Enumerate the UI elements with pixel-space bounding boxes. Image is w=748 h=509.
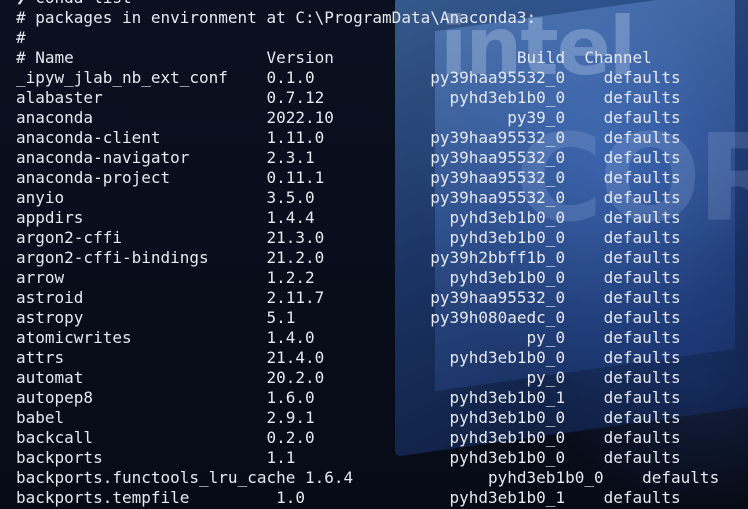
package-row: _ipyw_jlab_nb_ext_conf 0.1.0 py39haa9553…: [16, 68, 681, 87]
package-row: anaconda 2022.10 py39_0 defaults: [16, 108, 681, 127]
package-row: astropy 5.1 py39h080aedc_0 defaults: [16, 308, 681, 327]
package-row: argon2-cffi 21.3.0 pyhd3eb1b0_0 defaults: [16, 228, 681, 247]
package-row: anaconda-navigator 2.3.1 py39haa95532_0 …: [16, 148, 681, 167]
output-header-line: #: [16, 28, 26, 47]
package-row: backports.functools_lru_cache 1.6.4 pyhd…: [16, 468, 720, 487]
package-row: alabaster 0.7.12 pyhd3eb1b0_0 defaults: [16, 88, 681, 107]
package-row: anaconda-project 0.11.1 py39haa95532_0 d…: [16, 168, 681, 187]
package-row: autopep8 1.6.0 pyhd3eb1b0_1 defaults: [16, 388, 681, 407]
package-row: argon2-cffi-bindings 21.2.0 py39h2bbff1b…: [16, 248, 681, 267]
package-row: astroid 2.11.7 py39haa95532_0 defaults: [16, 288, 681, 307]
command-line: ❯ conda list: [16, 0, 719, 8]
package-row: backports 1.1 pyhd3eb1b0_0 defaults: [16, 448, 681, 467]
package-row: atomicwrites 1.4.0 py_0 defaults: [16, 328, 681, 347]
package-row: appdirs 1.4.4 pyhd3eb1b0_0 defaults: [16, 208, 681, 227]
package-row: backports.tempfile 1.0 pyhd3eb1b0_1 defa…: [16, 488, 681, 507]
package-row: attrs 21.4.0 pyhd3eb1b0_0 defaults: [16, 348, 681, 367]
terminal-window[interactable]: intel CORE ❯ conda list# packages in env…: [0, 0, 748, 509]
terminal-output[interactable]: ❯ conda list# packages in environment at…: [16, 0, 719, 508]
package-row: automat 20.2.0 py_0 defaults: [16, 368, 681, 387]
package-row: backcall 0.2.0 pyhd3eb1b0_0 defaults: [16, 428, 681, 447]
output-header-line: # packages in environment at C:\ProgramD…: [16, 8, 537, 27]
package-row: anaconda-client 1.11.0 py39haa95532_0 de…: [16, 128, 681, 147]
package-row: babel 2.9.1 pyhd3eb1b0_0 defaults: [16, 408, 681, 427]
package-row: arrow 1.2.2 pyhd3eb1b0_0 defaults: [16, 268, 681, 287]
package-row: anyio 3.5.0 py39haa95532_0 defaults: [16, 188, 681, 207]
output-header-line: # Name Version Build Channel: [16, 48, 652, 67]
